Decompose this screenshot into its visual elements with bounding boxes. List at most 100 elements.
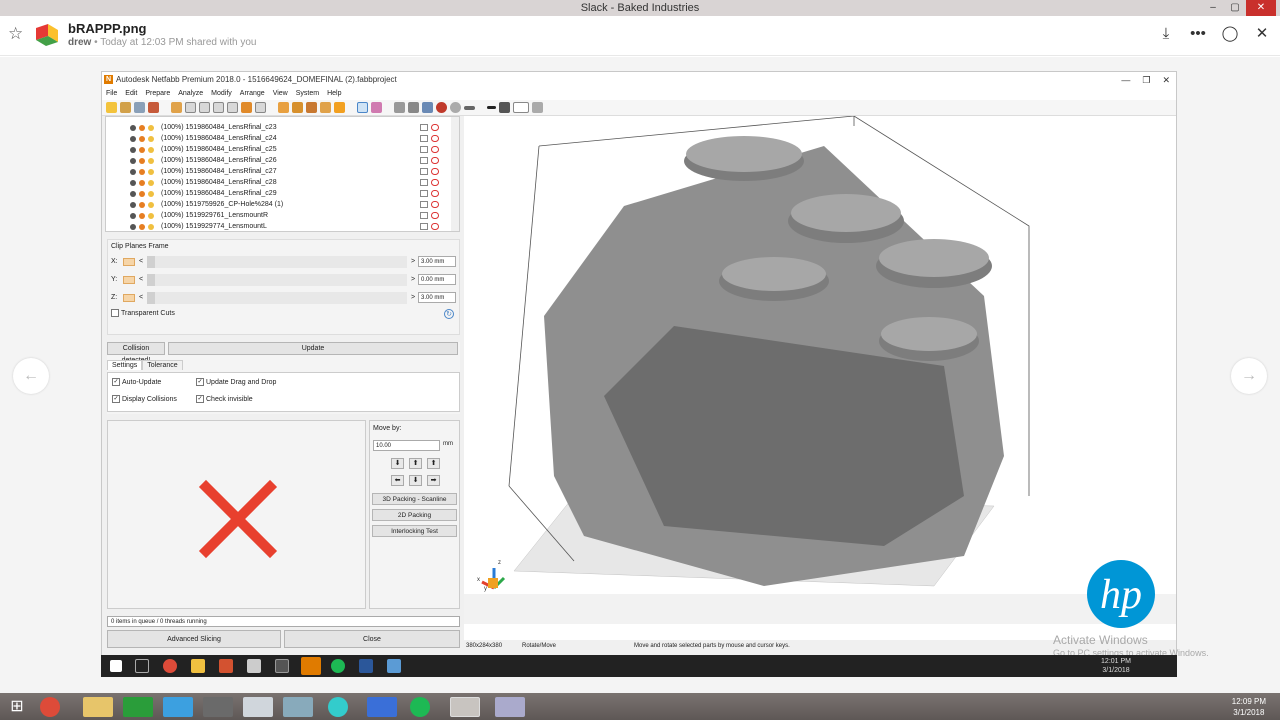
close-window-button[interactable]: ✕ — [1246, 0, 1276, 16]
visibility-icon[interactable] — [130, 125, 154, 131]
menu-edit[interactable]: Edit — [125, 88, 137, 100]
tree-item[interactable]: (100%) 1519860484_LensRfinal_c26 — [106, 155, 459, 166]
chrome-icon[interactable] — [163, 659, 177, 673]
netfabb-close-icon[interactable]: ✕ — [1162, 72, 1170, 88]
internet-explorer-icon[interactable] — [163, 697, 193, 717]
remove-part-icon[interactable] — [431, 190, 439, 197]
explorer-icon[interactable] — [191, 659, 205, 673]
part-info-icon[interactable] — [420, 190, 428, 197]
comment-icon[interactable]: ◯ — [1220, 24, 1240, 42]
interlocking-test-button[interactable]: Interlocking Test — [372, 525, 457, 537]
remove-part-icon[interactable] — [431, 157, 439, 164]
visibility-icon[interactable] — [130, 136, 154, 142]
clip-x-right-arrow-icon[interactable]: > — [411, 256, 415, 268]
calculator-icon[interactable] — [247, 659, 261, 673]
select-triangles-icon[interactable] — [306, 102, 317, 113]
tablet-icon[interactable] — [203, 697, 233, 717]
tree-item[interactable]: (100%) 1519860484_LensRfinal_c27 — [106, 166, 459, 177]
pointer-icon[interactable] — [357, 102, 368, 113]
view-back-icon[interactable] — [185, 102, 196, 113]
part-info-icon[interactable] — [420, 212, 428, 219]
calculator-icon[interactable] — [243, 697, 273, 717]
undo-icon[interactable] — [148, 102, 159, 113]
menu-file[interactable]: File — [106, 88, 117, 100]
visibility-icon[interactable] — [130, 224, 154, 230]
netfabb-maximize-icon[interactable]: ❐ — [1142, 72, 1150, 88]
menu-modify[interactable]: Modify — [211, 88, 232, 100]
outer-clock[interactable]: 12:09 PM 3/1/2018 — [1232, 696, 1266, 718]
packing-2d-button[interactable]: 2D Packing — [372, 509, 457, 521]
inner-clock[interactable]: 12:01 PM 3/1/2018 — [1101, 657, 1131, 675]
photos-icon[interactable] — [275, 659, 289, 673]
lock-icon[interactable] — [532, 102, 543, 113]
menu-prepare[interactable]: Prepare — [145, 88, 170, 100]
select-all-icon[interactable] — [292, 102, 303, 113]
update-drag-drop-checkbox[interactable]: ✓ Update Drag and Drop — [196, 378, 276, 386]
app-icon[interactable] — [367, 697, 397, 717]
view-left-icon[interactable] — [199, 102, 210, 113]
previous-arrow-icon[interactable]: ← — [13, 358, 49, 394]
clip-x-left-arrow-icon[interactable]: < — [139, 256, 143, 268]
tree-item[interactable]: (100%) 1519860484_LensRfinal_c28 — [106, 177, 459, 188]
view-iso-icon[interactable] — [255, 102, 266, 113]
clip-x-swatch[interactable] — [123, 258, 135, 266]
update-button[interactable]: Update — [168, 342, 458, 355]
visibility-icon[interactable] — [130, 158, 154, 164]
move-by-input[interactable]: 10.00 — [373, 440, 440, 451]
menu-system[interactable]: System — [296, 88, 319, 100]
clip-z-swatch[interactable] — [123, 294, 135, 302]
app-icon[interactable] — [283, 697, 313, 717]
clip-x-value[interactable]: 3.00 mm — [418, 256, 456, 267]
part-info-icon[interactable] — [420, 157, 428, 164]
tree-scrollbar[interactable] — [451, 117, 459, 231]
windows-start-icon[interactable] — [110, 660, 122, 672]
app-icon[interactable] — [328, 697, 348, 717]
collision-detected-button[interactable]: Collision detected! — [107, 342, 165, 364]
menu-analyze[interactable]: Analyze — [178, 88, 203, 100]
clip-y-left-arrow-icon[interactable]: < — [139, 274, 143, 286]
app-icon[interactable] — [387, 659, 401, 673]
remove-part-icon[interactable] — [431, 124, 439, 131]
remove-part-icon[interactable] — [431, 212, 439, 219]
color-icon[interactable] — [436, 102, 447, 113]
zoom-icon[interactable] — [334, 102, 345, 113]
netfabb-taskbar-icon[interactable] — [301, 657, 321, 675]
clip-z-right-arrow-icon[interactable]: > — [411, 292, 415, 304]
paint-icon[interactable] — [495, 697, 525, 717]
tree-item[interactable]: (100%) 1519860484_LensRfinal_c25 — [106, 144, 459, 155]
close-button[interactable]: Close — [284, 630, 460, 648]
open-project-icon[interactable] — [106, 102, 117, 113]
slack-taskbar-icon[interactable] — [450, 697, 480, 717]
visibility-icon[interactable] — [130, 180, 154, 186]
wireframe-icon[interactable] — [422, 102, 433, 113]
check-invisible-checkbox[interactable]: ✓ Check invisible — [196, 395, 253, 403]
store-icon[interactable] — [123, 697, 153, 717]
file-owner[interactable]: drew — [68, 37, 91, 48]
clip-z-value[interactable]: 3.00 mm — [418, 292, 456, 303]
visibility-icon[interactable] — [130, 191, 154, 197]
view-right-icon[interactable] — [213, 102, 224, 113]
auto-update-checkbox[interactable]: ✓ Auto-Update — [112, 378, 161, 386]
star-icon[interactable]: ☆ — [8, 24, 23, 44]
clip-z-left-arrow-icon[interactable]: < — [139, 292, 143, 304]
powerpoint-icon[interactable] — [219, 659, 233, 673]
clip-y-value[interactable]: 0.00 mm — [418, 274, 456, 285]
3d-viewport[interactable]: 0 mm50100150200250300350400450500550 z x… — [464, 116, 1176, 640]
text-label-icon[interactable] — [513, 102, 529, 113]
visibility-icon[interactable] — [130, 202, 154, 208]
clip-y-swatch[interactable] — [123, 276, 135, 284]
menu-help[interactable]: Help — [327, 88, 341, 100]
move-right-icon[interactable]: ➡ — [427, 475, 440, 486]
transparent-cuts-checkbox[interactable]: Transparent Cuts — [111, 309, 175, 317]
move-up-z-icon[interactable]: ⬆ — [427, 458, 440, 469]
tree-item[interactable]: (100%) 1519860484_LensRfinal_c29 — [106, 188, 459, 199]
visibility-icon[interactable] — [130, 169, 154, 175]
spotify-icon[interactable] — [331, 659, 345, 673]
view-bottom-icon[interactable] — [241, 102, 252, 113]
remove-part-icon[interactable] — [431, 179, 439, 186]
shading-icon[interactable] — [394, 102, 405, 113]
visibility-icon[interactable] — [130, 147, 154, 153]
light-icon[interactable] — [450, 102, 461, 113]
netfabb-minimize-icon[interactable]: — — [1121, 72, 1130, 88]
file-name[interactable]: bRAPPP.png — [68, 21, 147, 36]
